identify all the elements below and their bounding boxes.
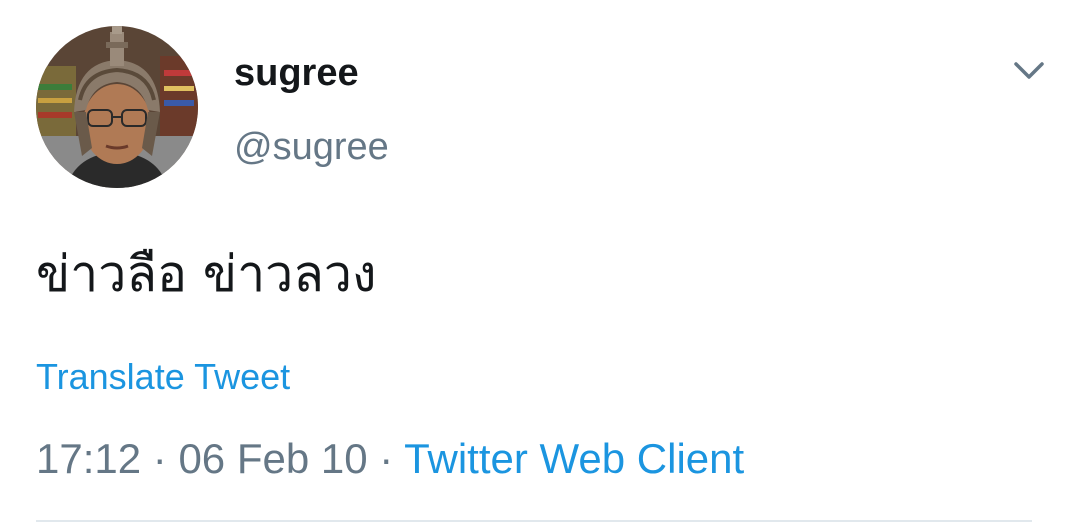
tweet: sugree @sugree ข่าวลือ ข่าวลวง Translate… xyxy=(0,0,1068,525)
chevron-down-icon[interactable] xyxy=(1008,56,1050,86)
tweet-text: ข่าวลือ ข่าวลวง xyxy=(36,245,377,303)
meta-separator: · xyxy=(367,435,405,482)
tweet-time[interactable]: 17:12 xyxy=(36,435,141,482)
display-name[interactable]: sugree xyxy=(234,50,359,96)
translate-tweet-link[interactable]: Translate Tweet xyxy=(36,355,290,399)
tweet-date[interactable]: 06 Feb 10 xyxy=(178,435,367,482)
avatar-image xyxy=(36,26,198,188)
user-handle[interactable]: @sugree xyxy=(234,124,389,170)
tweet-source-link[interactable]: Twitter Web Client xyxy=(404,435,744,482)
tweet-metadata: 17:12 · 06 Feb 10 · Twitter Web Client xyxy=(36,434,744,484)
divider xyxy=(36,520,1032,522)
avatar[interactable] xyxy=(36,26,198,188)
meta-separator: · xyxy=(141,435,179,482)
